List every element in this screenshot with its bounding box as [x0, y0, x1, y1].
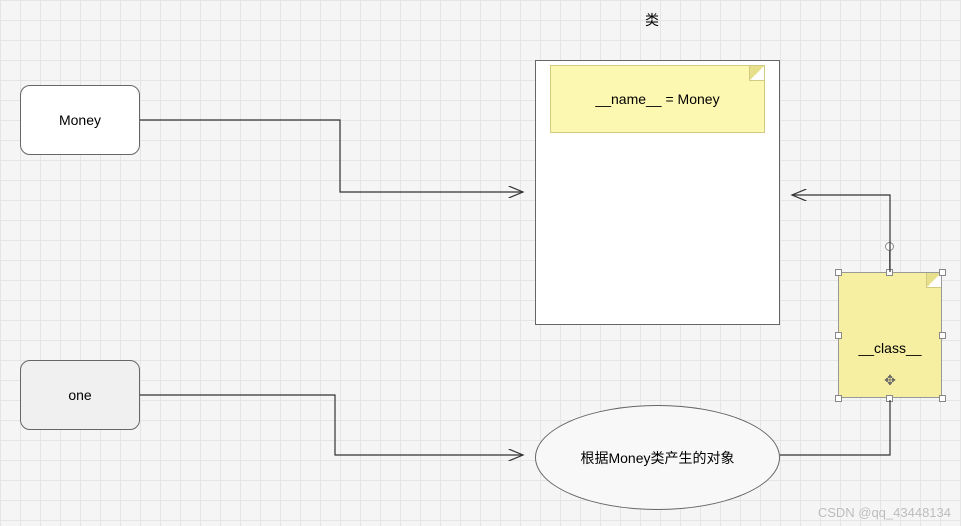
one-box: one: [20, 360, 140, 430]
sel-handle[interactable]: [939, 269, 946, 276]
name-sticky-text: __name__ = Money: [595, 91, 719, 107]
name-sticky: __name__ = Money: [550, 65, 765, 133]
object-ellipse-text: 根据Money类产生的对象: [580, 448, 734, 468]
sel-handle[interactable]: [939, 395, 946, 402]
move-icon: ✥: [884, 372, 896, 389]
watermark: CSDN @qq_43448134: [818, 505, 951, 520]
class-sticky-text: __class__: [858, 340, 921, 356]
class-label: 类: [645, 10, 659, 30]
class-sticky[interactable]: __class__ ✥: [838, 272, 942, 398]
money-box: Money: [20, 85, 140, 155]
object-ellipse: 根据Money类产生的对象: [535, 405, 780, 510]
sel-handle[interactable]: [939, 332, 946, 339]
rotate-handle[interactable]: [885, 242, 894, 251]
sel-handle[interactable]: [886, 269, 893, 276]
connectors: [0, 0, 961, 526]
sel-handle[interactable]: [835, 269, 842, 276]
sel-handle[interactable]: [835, 395, 842, 402]
sel-handle[interactable]: [886, 395, 893, 402]
money-box-text: Money: [59, 112, 101, 128]
one-box-text: one: [68, 387, 91, 403]
sel-handle[interactable]: [835, 332, 842, 339]
